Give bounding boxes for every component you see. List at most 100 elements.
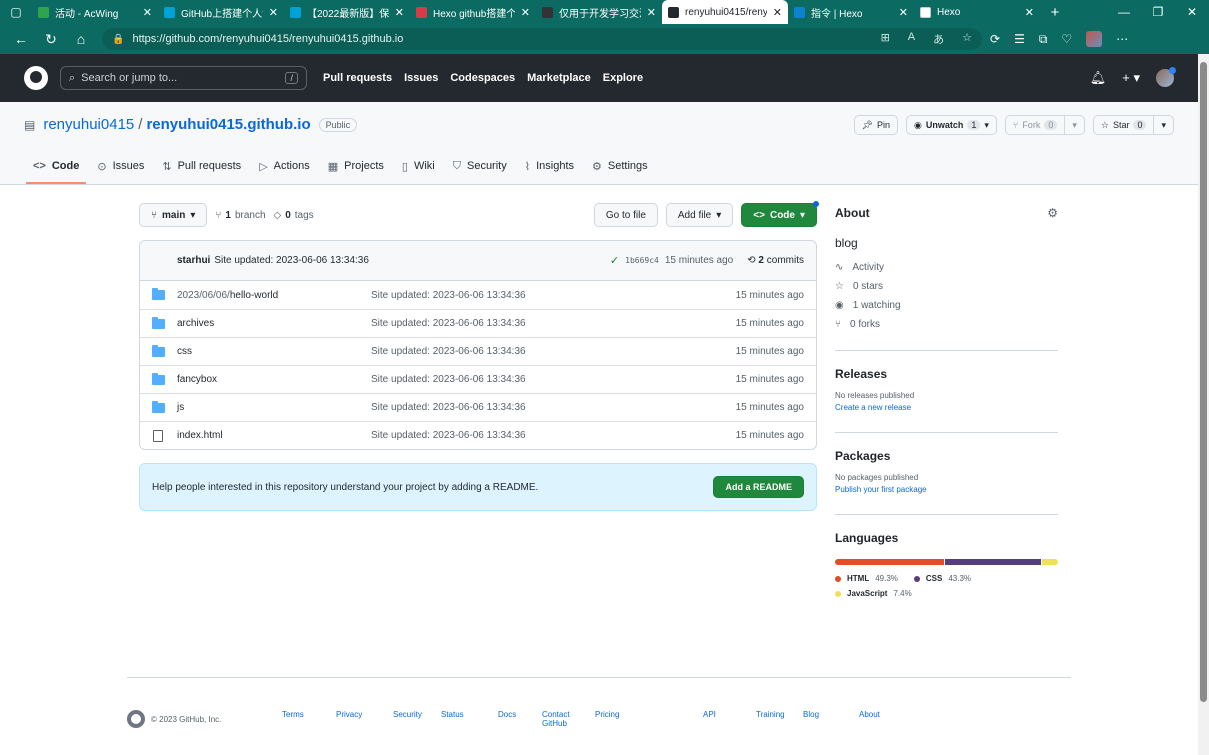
footer-link[interactable]: Blog	[803, 710, 859, 728]
packages-title[interactable]: Packages	[835, 449, 1058, 463]
refresh-icon[interactable]: ↻	[36, 31, 66, 48]
favorite-icon[interactable]: ☆	[962, 31, 972, 47]
close-tab-icon[interactable]: ✕	[143, 6, 152, 19]
footer-link[interactable]: Terms	[282, 710, 336, 728]
publish-package-link[interactable]: Publish your first package	[835, 485, 1058, 494]
fork-button[interactable]: ⑂ Fork 0 ▾	[1004, 115, 1085, 135]
tab-settings[interactable]: ⚙ Settings	[583, 148, 657, 184]
repo-owner-link[interactable]: renyuhui0415	[43, 116, 134, 133]
browser-tab[interactable]: Hexo ✕	[914, 0, 1040, 24]
tab-projects[interactable]: ▦ Projects	[319, 148, 393, 184]
browser-tab[interactable]: GitHub上搭建个人博 ✕	[158, 0, 284, 24]
tags-link[interactable]: ◇ 0 tags	[274, 210, 314, 221]
file-row[interactable]: fancybox Site updated: 2023-06-06 13:34:3…	[140, 365, 816, 393]
back-icon[interactable]: ←	[6, 31, 36, 47]
page-scrollbar[interactable]	[1198, 54, 1209, 755]
header-nav-item[interactable]: Explore	[603, 72, 643, 84]
browser-tab[interactable]: Hexo github搭建个 ✕	[410, 0, 536, 24]
footer-link[interactable]: Security	[393, 710, 441, 728]
file-commit-message[interactable]: Site updated: 2023-06-06 13:34:36	[371, 374, 736, 385]
tab-actions-icon[interactable]: ▢	[0, 0, 32, 24]
close-tab-icon[interactable]: ✕	[269, 6, 278, 19]
browser-tab[interactable]: 活动 - AcWing ✕	[32, 0, 158, 24]
file-name[interactable]: index.html	[177, 430, 371, 441]
file-commit-message[interactable]: Site updated: 2023-06-06 13:34:36	[371, 430, 736, 441]
file-commit-message[interactable]: Site updated: 2023-06-06 13:34:36	[371, 402, 736, 413]
github-mark-icon[interactable]	[127, 710, 145, 728]
branch-select-button[interactable]: ⑂ main ▾	[139, 203, 208, 227]
star-dropdown[interactable]: ▾	[1153, 116, 1173, 134]
go-to-file-button[interactable]: Go to file	[593, 203, 658, 227]
browser-tab[interactable]: 仅用于开发学习交流 ✕	[536, 0, 662, 24]
tab-insights[interactable]: ⌇ Insights	[516, 148, 583, 184]
tab-wiki[interactable]: ▯ Wiki	[393, 148, 444, 184]
translate-icon[interactable]: あ	[933, 31, 944, 47]
read-aloud-icon[interactable]: A	[908, 31, 915, 47]
file-name[interactable]: archives	[177, 318, 371, 329]
stars-link[interactable]: ☆ 0 stars	[835, 281, 1058, 292]
tab-issues[interactable]: ⊙ Issues	[88, 148, 153, 184]
favorites-icon[interactable]: ☰	[1014, 32, 1025, 46]
footer-link[interactable]: Status	[441, 710, 498, 728]
file-commit-message[interactable]: Site updated: 2023-06-06 13:34:36	[371, 318, 736, 329]
close-tab-icon[interactable]: ✕	[899, 6, 908, 19]
tab-code[interactable]: <> Code	[24, 148, 88, 184]
file-row[interactable]: css Site updated: 2023-06-06 13:34:36 15 m…	[140, 337, 816, 365]
tab-actions[interactable]: ▷ Actions	[250, 148, 319, 184]
create-release-link[interactable]: Create a new release	[835, 403, 1058, 412]
scrollbar-thumb[interactable]	[1200, 62, 1207, 702]
watching-link[interactable]: ◉ 1 watching	[835, 300, 1058, 311]
file-row[interactable]: 2023/06/06/hello-world Site updated: 2023…	[140, 281, 816, 309]
file-commit-message[interactable]: Site updated: 2023-06-06 13:34:36	[371, 290, 736, 301]
minimize-icon[interactable]: —	[1107, 0, 1141, 24]
header-nav-item[interactable]: Codespaces	[450, 72, 515, 84]
add-readme-button[interactable]: Add a README	[713, 476, 804, 498]
maximize-icon[interactable]: ❐	[1141, 0, 1175, 24]
gear-icon[interactable]: ⚙	[1047, 206, 1058, 220]
extensions-icon[interactable]: ⟳	[990, 32, 1000, 46]
commit-author[interactable]: starhui	[177, 255, 210, 266]
home-icon[interactable]: ⌂	[66, 31, 96, 47]
footer-link[interactable]: Privacy	[336, 710, 393, 728]
footer-link[interactable]: API	[703, 710, 756, 728]
close-tab-icon[interactable]: ✕	[395, 6, 404, 19]
add-file-button[interactable]: Add file ▾	[665, 203, 734, 227]
github-logo-icon[interactable]	[24, 66, 48, 90]
performance-icon[interactable]: ♡	[1061, 32, 1072, 46]
close-tab-icon[interactable]: ✕	[773, 6, 782, 19]
profile-avatar[interactable]	[1086, 31, 1103, 47]
releases-title[interactable]: Releases	[835, 367, 1058, 381]
footer-link[interactable]: About	[859, 710, 910, 728]
file-commit-message[interactable]: Site updated: 2023-06-06 13:34:36	[371, 346, 736, 357]
footer-link[interactable]: Contact GitHub	[542, 710, 595, 728]
search-input[interactable]: ⌕ Search or jump to... /	[60, 66, 307, 90]
header-nav-item[interactable]: Marketplace	[527, 72, 591, 84]
star-button[interactable]: ☆ Star 0 ▾	[1092, 115, 1174, 135]
file-name[interactable]: css	[177, 346, 371, 357]
language-item[interactable]: CSS 43.3%	[913, 574, 971, 583]
close-tab-icon[interactable]: ✕	[1025, 6, 1034, 19]
activity-link[interactable]: ∿ Activity	[835, 262, 1058, 273]
commit-message[interactable]: Site updated: 2023-06-06 13:34:36	[214, 255, 369, 266]
tab-pull-requests[interactable]: ⇅ Pull requests	[153, 148, 250, 184]
code-button[interactable]: <> Code ▾	[741, 201, 819, 227]
forks-link[interactable]: ⑂ 0 forks	[835, 319, 1058, 330]
app-icon[interactable]: ⊞	[881, 31, 890, 47]
header-nav-item[interactable]: Pull requests	[323, 72, 392, 84]
unwatch-button[interactable]: ◉ Unwatch 1 ▾	[905, 115, 997, 135]
collections-icon[interactable]: ⧉	[1039, 32, 1048, 47]
fork-dropdown[interactable]: ▾	[1064, 116, 1084, 134]
header-nav-item[interactable]: Issues	[404, 72, 438, 84]
file-row[interactable]: index.html Site updated: 2023-06-06 13:34…	[140, 421, 816, 449]
new-tab-icon[interactable]: +	[1040, 0, 1070, 24]
close-tab-icon[interactable]: ✕	[647, 6, 656, 19]
footer-link[interactable]: Pricing	[595, 710, 703, 728]
close-window-icon[interactable]: ✕	[1175, 0, 1209, 24]
pin-button[interactable]: 📌︎ Pin	[853, 115, 898, 135]
tab-security[interactable]: ⛉ Security	[444, 148, 516, 184]
file-name[interactable]: fancybox	[177, 374, 371, 385]
file-row[interactable]: archives Site updated: 2023-06-06 13:34:3…	[140, 309, 816, 337]
browser-tab[interactable]: 【2022最新版】保 ✕	[284, 0, 410, 24]
notifications-icon[interactable]: 🔔︎	[1090, 70, 1107, 86]
browser-tab[interactable]: 指令 | Hexo ✕	[788, 0, 914, 24]
